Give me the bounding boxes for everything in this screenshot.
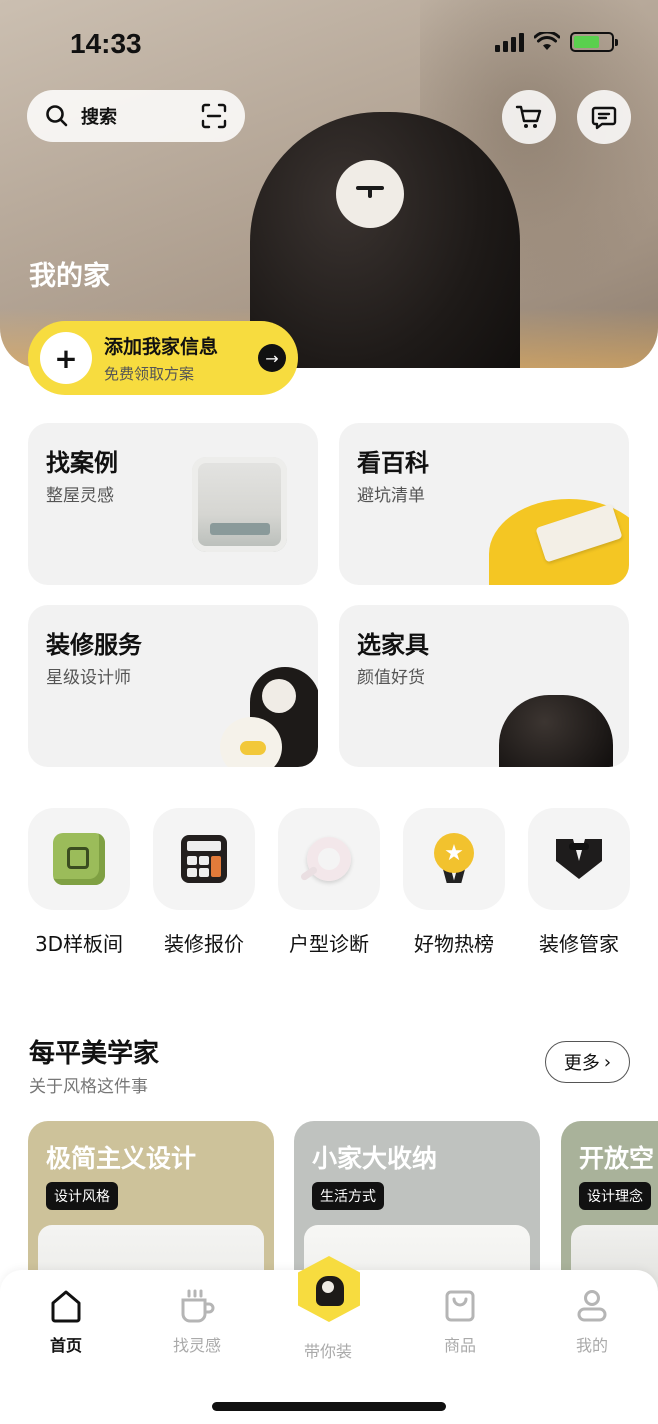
style-card-title: 极简主义设计 [46,1144,197,1173]
more-label: 更多 [563,1053,600,1074]
tab-label: 首页 [49,1336,82,1355]
cup-icon [181,1289,215,1323]
style-card-title: 开放空 [579,1144,655,1173]
home-indicator [212,1402,446,1411]
card-subtitle: 颜值好货 [357,668,425,688]
quick-floorplan-button[interactable] [278,808,380,910]
3d-cube-icon [53,833,105,885]
status-icons [495,32,618,52]
plus-icon: + [40,332,92,384]
tab-products[interactable]: 商品 [410,1288,510,1356]
card-choose-furniture[interactable]: 选家具 颜值好货 [339,605,629,767]
tab-inspiration[interactable]: 找灵感 [147,1288,247,1356]
search-icon [46,105,68,127]
quick-quote-button[interactable] [153,808,255,910]
style-card-title: 小家大收纳 [312,1144,438,1173]
signal-icon [495,32,524,52]
style-card-minimalism[interactable]: 极简主义设计 设计风格 [28,1121,274,1291]
tab-profile[interactable]: 我的 [542,1288,642,1356]
quick-label: 好物热榜 [414,932,494,956]
room-photo-image [192,457,287,552]
quick-label: 户型诊断 [289,932,369,956]
cart-icon [515,105,542,128]
add-home-title: 添加我家信息 [104,336,219,358]
card-renovation-service[interactable]: 装修服务 星级设计师 [28,605,318,767]
search-label: 搜索 [81,107,117,128]
message-button[interactable] [577,90,631,144]
mascot-icon [316,1276,344,1306]
card-find-cases[interactable]: 找案例 整屋灵感 [28,423,318,585]
section-title: 每平美学家 [29,1039,160,1069]
add-home-info-button[interactable]: + 添加我家信息 免费领取方案 → [28,321,298,395]
home-icon [51,1290,81,1323]
chevron-right-icon: › [603,1051,612,1073]
battery-icon [570,32,618,52]
calculator-icon [181,835,227,883]
quick-3d-room-button[interactable] [28,808,130,910]
card-subtitle: 避坑清单 [357,486,425,506]
tab-guided-renovation[interactable]: 带你装 [278,1330,378,1362]
magnifier-ring-icon [299,837,351,882]
style-card-open-space[interactable]: 开放空 设计理念 [561,1121,658,1291]
quick-label: 3D样板间 [34,932,124,956]
arrow-right-icon: → [258,344,286,372]
tab-label: 我的 [575,1336,608,1355]
quick-butler-button[interactable] [528,808,630,910]
tab-label: 商品 [443,1336,476,1355]
tab-label: 带你装 [303,1342,352,1361]
section-subtitle: 关于风格这件事 [29,1077,148,1097]
tab-label: 找灵感 [172,1336,221,1355]
style-card-tag: 设计理念 [579,1182,651,1210]
medal-icon: ★ [432,833,476,885]
cart-button[interactable] [502,90,556,144]
bag-icon [445,1290,475,1322]
search-bar[interactable]: 搜索 [27,90,245,142]
style-card-tag: 生活方式 [312,1182,384,1210]
page-title: 我的家 [29,261,110,292]
card-encyclopedia[interactable]: 看百科 避坑清单 [339,423,629,585]
person-icon [577,1290,607,1322]
style-card-tag: 设计风格 [46,1182,118,1210]
mascot-illustration [250,112,520,368]
scan-icon[interactable] [201,103,227,129]
quick-label: 装修管家 [539,932,619,956]
message-icon [591,106,617,130]
status-time: 14:33 [70,28,142,59]
card-title: 看百科 [357,449,429,477]
add-home-subtitle: 免费领取方案 [104,365,195,383]
wifi-icon [534,32,560,50]
card-subtitle: 整屋灵感 [46,486,114,506]
quick-hot-list-button[interactable]: ★ [403,808,505,910]
black-chair-image [499,695,613,767]
quick-label: 装修报价 [164,932,244,956]
card-title: 装修服务 [46,631,142,659]
tuxedo-icon [556,839,602,879]
card-title: 选家具 [357,631,429,659]
tab-home[interactable]: 首页 [16,1288,116,1356]
card-title: 找案例 [46,449,118,477]
card-subtitle: 星级设计师 [46,668,131,688]
more-button[interactable]: 更多 › [545,1041,630,1083]
mascot-face [336,160,404,228]
